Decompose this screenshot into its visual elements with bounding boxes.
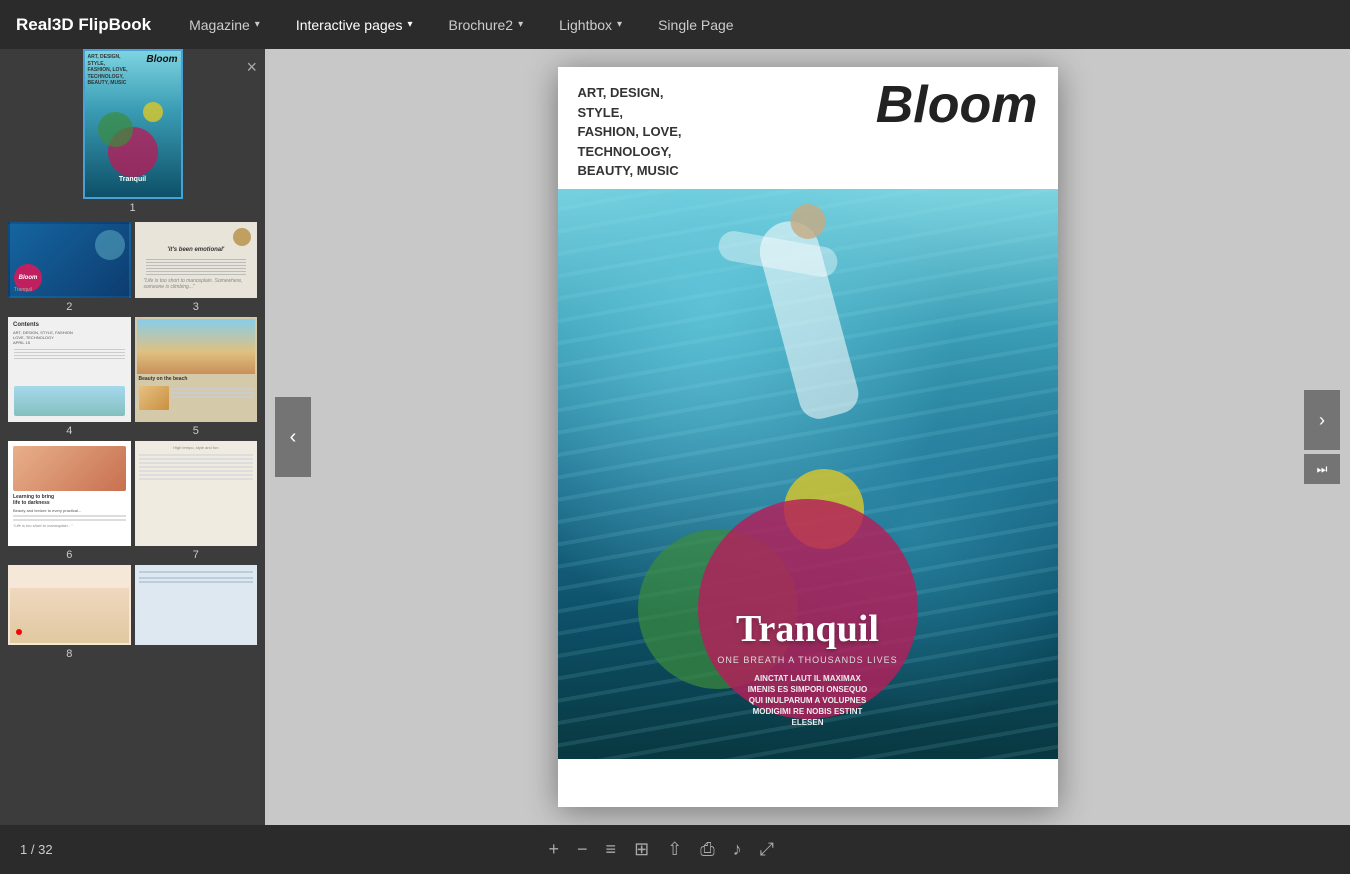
thumb-label-6: 6 — [66, 549, 72, 561]
nav-interactive-pages-arrow: ▾ — [407, 19, 412, 30]
page-thumbnail-sidebar: × ART, DESIGN,STYLE,FASHION, LOVE,TECHNO… — [0, 49, 265, 825]
thumb-row-2-3: Bloom Tranquil 2 'it's been emotional' "… — [0, 222, 265, 313]
thumb-image-3[interactable]: 'it's been emotional' "Life is too short… — [135, 222, 258, 298]
top-nav: Real3D FlipBook Magazine ▾ Interactive p… — [0, 0, 1350, 49]
print-button[interactable]: ⎙ — [700, 839, 714, 860]
thumb-label-7: 7 — [193, 549, 199, 561]
thumb-group-1: ART, DESIGN,STYLE,FASHION, LOVE,TECHNOLO… — [0, 49, 265, 214]
nav-brochure2-label: Brochure2 — [448, 17, 513, 33]
cover-taglines: ART, DESIGN, STYLE, FASHION, LOVE, TECHN… — [578, 83, 682, 181]
book-spread: ART, DESIGN, STYLE, FASHION, LOVE, TECHN… — [558, 57, 1058, 817]
cover-top-section: ART, DESIGN, STYLE, FASHION, LOVE, TECHN… — [558, 67, 1058, 189]
page-indicator: 1 / 32 — [20, 842, 53, 857]
thumb-image-9[interactable] — [135, 565, 258, 645]
main-body: × ART, DESIGN,STYLE,FASHION, LOVE,TECHNO… — [0, 49, 1350, 825]
nav-brochure2-arrow: ▾ — [518, 19, 523, 30]
right-nav-area: › ⏭ — [1304, 390, 1340, 484]
thumb-label-4: 4 — [66, 425, 72, 437]
thumb-item-2[interactable]: Bloom Tranquil 2 — [8, 222, 131, 313]
total-pages: 32 — [38, 842, 52, 857]
nav-magazine-label: Magazine — [189, 17, 250, 33]
current-page: 1 — [20, 842, 27, 857]
tagline-tech: TECHNOLOGY, — [578, 144, 672, 159]
thumb-item-9[interactable] — [135, 565, 258, 660]
book-cover-page: ART, DESIGN, STYLE, FASHION, LOVE, TECHN… — [558, 67, 1058, 807]
cover-text-overlay: Tranquil ONE BREATH A THOUSANDS LIVES AI… — [698, 607, 918, 759]
thumb-label-1: 1 — [129, 202, 135, 214]
tagline-art: ART, DESIGN, — [578, 85, 664, 100]
nav-lightbox-label: Lightbox — [559, 17, 612, 33]
thumb-item-3[interactable]: 'it's been emotional' "Life is too short… — [135, 222, 258, 313]
prev-page-button[interactable]: ‹ — [275, 397, 311, 477]
cover-main-image: Tranquil ONE BREATH A THOUSANDS LIVES AI… — [558, 189, 1058, 759]
thumb-image-7[interactable]: High tempo, style and fun — [135, 441, 258, 546]
nav-single-page[interactable]: Single Page — [652, 13, 740, 37]
lorem-text: AINCTAT LAUT IL MAXIMAX IMENIS ES SIMPOR… — [698, 673, 918, 729]
zoom-in-button[interactable]: + — [549, 839, 560, 860]
breath-subheading: ONE BREATH A THOUSANDS LIVES — [698, 655, 918, 665]
nav-single-page-label: Single Page — [658, 17, 734, 33]
thumb-image-8[interactable]: Mystery — [8, 565, 131, 645]
flipbook-content-area: ‹ ART, DESIGN, STYLE, FASHION, LOVE, TEC… — [265, 49, 1350, 825]
sidebar-close-button[interactable]: × — [246, 57, 257, 78]
next-page-icon: › — [1319, 410, 1325, 431]
brand-logo: Real3D FlipBook — [16, 15, 151, 35]
last-page-button[interactable]: ⏭ — [1304, 454, 1340, 484]
nav-interactive-pages-label: Interactive pages — [296, 17, 403, 33]
thumb-item-1[interactable]: ART, DESIGN,STYLE,FASHION, LOVE,TECHNOLO… — [83, 49, 183, 214]
nav-interactive-pages[interactable]: Interactive pages ▾ — [290, 13, 419, 37]
grid-view-button[interactable]: ⊞ — [634, 839, 649, 860]
bottom-toolbar: 1 / 32 + − ≡ ⊞ ⇧ ⎙ ♪ ⤢ — [0, 825, 1350, 874]
prev-page-icon: ‹ — [290, 426, 297, 449]
thumb-row-4-5: Contents ART, DESIGN, STYLE, FASHIONLOVE… — [0, 317, 265, 437]
thumb-label-2: 2 — [66, 301, 72, 313]
tranquil-heading: Tranquil — [698, 607, 918, 651]
thumb-item-7[interactable]: High tempo, style and fun 7 — [135, 441, 258, 561]
tagline-beauty: BEAUTY, MUSIC — [578, 163, 679, 178]
page-separator: / — [31, 842, 35, 857]
list-view-button[interactable]: ≡ — [606, 839, 617, 860]
thumb-image-6[interactable]: Learning to bringlife to darkness Beauty… — [8, 441, 131, 546]
nav-magazine[interactable]: Magazine ▾ — [183, 13, 266, 37]
thumb-item-6[interactable]: Learning to bringlife to darkness Beauty… — [8, 441, 131, 561]
thumb-image-5[interactable]: Beauty on the beach — [135, 317, 258, 422]
nav-lightbox-arrow: ▾ — [617, 19, 622, 30]
nav-brochure2[interactable]: Brochure2 ▾ — [442, 13, 529, 37]
zoom-out-button[interactable]: − — [577, 839, 588, 860]
thumb-image-2[interactable]: Bloom Tranquil — [8, 222, 131, 298]
last-page-icon: ⏭ — [1317, 462, 1328, 477]
share-button[interactable]: ⇧ — [667, 839, 682, 860]
nav-lightbox[interactable]: Lightbox ▾ — [553, 13, 628, 37]
thumb-item-5[interactable]: Beauty on the beach 5 — [135, 317, 258, 437]
sound-button[interactable]: ♪ — [733, 839, 742, 860]
thumb-image-1[interactable]: ART, DESIGN,STYLE,FASHION, LOVE,TECHNOLO… — [83, 49, 183, 199]
tagline-style: STYLE, — [578, 105, 624, 120]
thumb-label-8: 8 — [66, 648, 72, 660]
tagline-fashion: FASHION, LOVE, — [578, 124, 682, 139]
next-page-button[interactable]: › — [1304, 390, 1340, 450]
fullscreen-button[interactable]: ⤢ — [760, 839, 774, 860]
nav-magazine-arrow: ▾ — [255, 19, 260, 30]
thumb-item-8[interactable]: Mystery 8 — [8, 565, 131, 660]
thumb-row-8-9: Mystery 8 — [0, 565, 265, 660]
thumb-image-4[interactable]: Contents ART, DESIGN, STYLE, FASHIONLOVE… — [8, 317, 131, 422]
thumb-row-6-7: Learning to bringlife to darkness Beauty… — [0, 441, 265, 561]
toolbar-controls: + − ≡ ⊞ ⇧ ⎙ ♪ ⤢ — [549, 839, 775, 860]
thumb-label-5: 5 — [193, 425, 199, 437]
bloom-title: Bloom — [876, 79, 1038, 131]
thumb-label-3: 3 — [193, 301, 199, 313]
thumb-item-4[interactable]: Contents ART, DESIGN, STYLE, FASHIONLOVE… — [8, 317, 131, 437]
